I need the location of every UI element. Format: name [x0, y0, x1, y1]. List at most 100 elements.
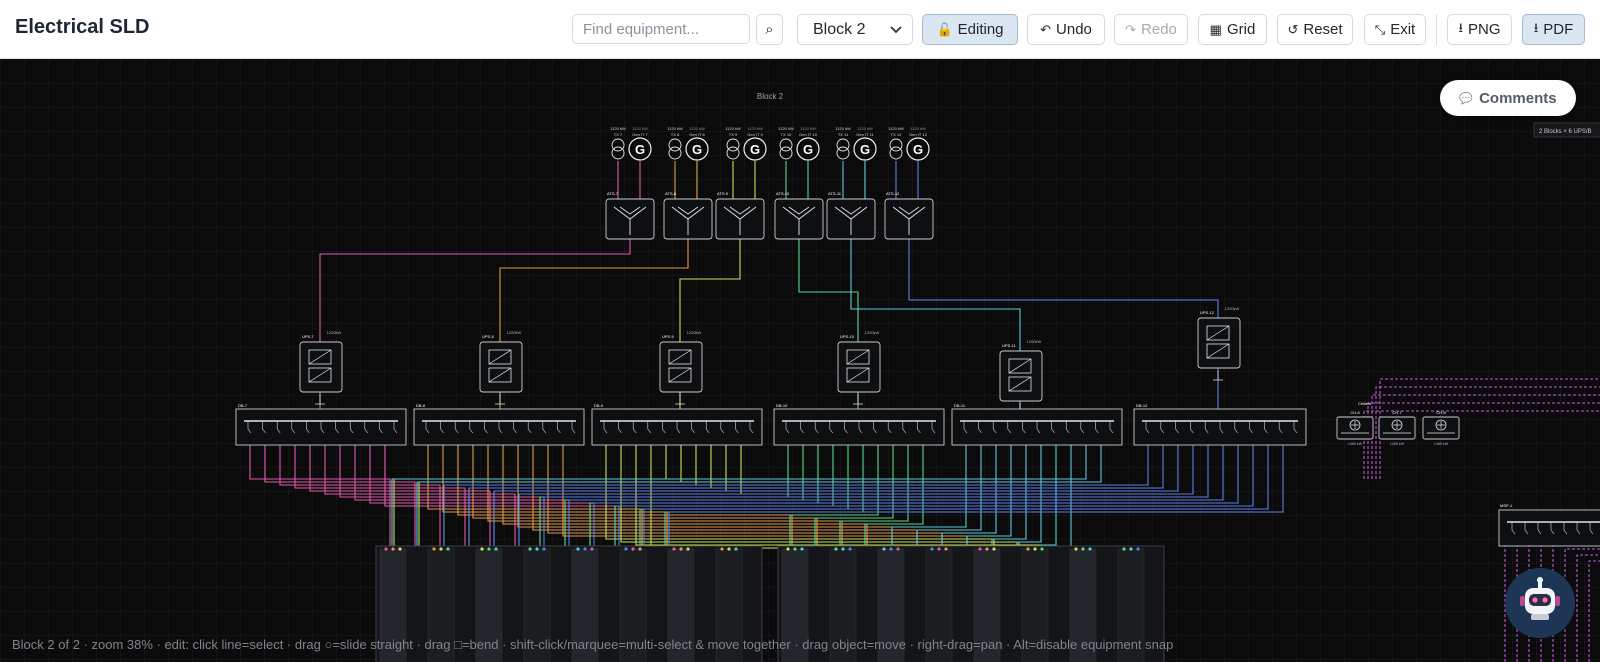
png-label: PNG	[1468, 21, 1501, 38]
feed-dot	[786, 547, 790, 551]
generator-symbol: G	[750, 142, 760, 157]
generator-symbol: G	[803, 142, 813, 157]
feed-dot	[494, 547, 498, 551]
distribution-board: DB-7	[235, 403, 407, 446]
editing-toggle-button[interactable]: 🔓 Editing	[922, 14, 1018, 45]
feed-dot	[985, 547, 989, 551]
feed-dot	[793, 547, 797, 551]
ups-label: UPS-10	[840, 334, 855, 339]
tx-rating: 1120 kW	[888, 126, 904, 131]
chiller-rating: 1485 kW	[1390, 442, 1405, 446]
tx-label: TX 10	[781, 132, 792, 137]
exit-button[interactable]: ⤡ Exit	[1364, 14, 1426, 45]
ats-label: ATS-12	[886, 191, 900, 196]
tx-rating: 1120 kW	[725, 126, 741, 131]
chiller-rating: 1485 kW	[1434, 442, 1449, 446]
feed-dot	[446, 547, 450, 551]
gen-rating: 1120 kW	[800, 126, 816, 131]
ups-label: UPS-9	[662, 334, 675, 339]
tx-label: TX 8	[671, 132, 680, 137]
search-icon: ⌕	[765, 21, 774, 38]
db-label: DB-10	[776, 403, 788, 408]
gen-rating: 1120 kW	[747, 126, 763, 131]
gen-label: Gen IT 11	[856, 132, 874, 137]
download-icon: ⭳	[1533, 19, 1539, 35]
mdp-box	[1498, 509, 1600, 547]
redo-button[interactable]: ↷ Redo	[1114, 14, 1188, 45]
ats-label: ATS-8	[665, 191, 677, 196]
export-png-button[interactable]: ⭳ PNG	[1447, 14, 1512, 45]
feed-dot	[882, 547, 886, 551]
equipment-search-input[interactable]	[572, 14, 750, 44]
grid-button[interactable]: ▦ Grid	[1198, 14, 1267, 45]
distribution-board: DB-11	[951, 403, 1123, 446]
grid-icon: ▦	[1209, 21, 1222, 37]
single-line-diagram[interactable]: Block 2 2 Blocks × 6 UPS/B 1120 kW 1120 k…	[0, 59, 1600, 662]
ups-box	[999, 350, 1043, 402]
feed-dot	[1129, 547, 1133, 551]
feed-dot	[834, 547, 838, 551]
tx-label: TX 12	[891, 132, 902, 137]
feed-dot	[480, 547, 484, 551]
block-summary-note: 2 Blocks × 6 UPS/B	[1533, 122, 1600, 138]
pdf-label: PDF	[1543, 21, 1574, 38]
block-select[interactable]: Block 2	[797, 14, 913, 45]
db-label: DB-7	[238, 403, 248, 408]
ups-label: UPS-7	[302, 334, 315, 339]
gen-label: Gen IT 12	[909, 132, 927, 137]
feed-dot	[1088, 547, 1092, 551]
feed-dot	[1081, 547, 1085, 551]
undo-button[interactable]: ↶ Undo	[1027, 14, 1105, 45]
feed-dot	[896, 547, 900, 551]
feed-dot	[439, 547, 443, 551]
feed-dot	[978, 547, 982, 551]
feed-dot	[944, 547, 948, 551]
ups-label: UPS-11	[1002, 343, 1016, 348]
reset-button[interactable]: ↺ Reset	[1277, 14, 1353, 45]
assistant-robot-button[interactable]	[1505, 568, 1575, 638]
ups-rating: 1200kW	[687, 330, 702, 335]
search-button[interactable]: ⌕	[756, 14, 783, 45]
distribution-board: DB-9	[591, 403, 763, 446]
generator-symbol: G	[692, 142, 702, 157]
distribution-board: DB-8	[413, 403, 585, 446]
tx-rating: 1120 kW	[667, 126, 683, 131]
gen-rating: 1120 kW	[632, 126, 648, 131]
feed-dot	[937, 547, 941, 551]
comments-button[interactable]: 💬 Comments	[1440, 80, 1576, 116]
diagram-canvas[interactable]: Block 2 2 Blocks × 6 UPS/B 1120 kW 1120 k…	[0, 59, 1600, 662]
feed-dot	[1136, 547, 1140, 551]
tx-rating: 1120 kW	[778, 126, 794, 131]
db-label: DB-8	[416, 403, 426, 408]
chiller-rating: 1485 kW	[1348, 442, 1363, 446]
reset-label: Reset	[1303, 21, 1343, 38]
download-icon: ⭳	[1458, 19, 1464, 35]
feed-dot	[1033, 547, 1037, 551]
ats-label: ATS-7	[607, 191, 619, 196]
feed-dot	[930, 547, 934, 551]
feed-dot	[631, 547, 635, 551]
feed-dot	[727, 547, 731, 551]
feed-dot	[800, 547, 804, 551]
tx-label: TX 11	[838, 132, 849, 137]
top-toolbar: Electrical SLD ⌕ Block 2 🔓 Editing ↶ Und…	[0, 0, 1600, 59]
toolbar-divider	[1436, 14, 1437, 45]
svg-text:2 Blocks × 6 UPS/B: 2 Blocks × 6 UPS/B	[1539, 129, 1592, 135]
exit-icon: ⤡	[1374, 21, 1386, 37]
ats-label: ATS-11	[828, 191, 842, 196]
export-pdf-button[interactable]: ⭳ PDF	[1522, 14, 1585, 45]
comment-icon: 💬	[1459, 92, 1474, 105]
editing-label: Editing	[957, 21, 1004, 38]
feed-dot	[542, 547, 546, 551]
generator-symbol: G	[635, 142, 645, 157]
gen-rating: 1120 kW	[910, 126, 926, 131]
feed-dot	[528, 547, 532, 551]
ups-box	[479, 341, 523, 393]
tx-label: TX 9	[729, 132, 738, 137]
feed-dot	[672, 547, 676, 551]
feed-dot	[398, 547, 402, 551]
gen-rating: 1120 kW	[689, 126, 705, 131]
undo-icon: ↶	[1040, 21, 1052, 37]
generator-symbol: G	[913, 142, 923, 157]
undo-label: Undo	[1056, 21, 1092, 38]
